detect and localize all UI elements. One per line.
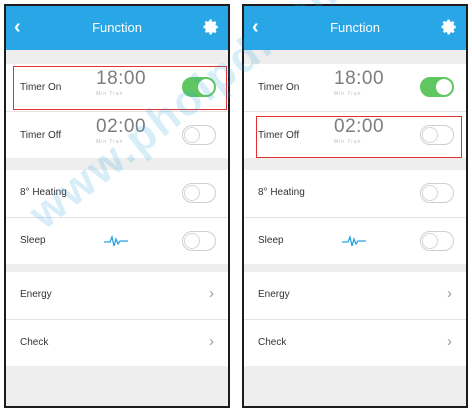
mode-card: 8° Heating Sleep (244, 170, 466, 264)
check-label: Check (258, 337, 287, 348)
toggle-knob (184, 185, 200, 201)
heating-label: 8° Heating (258, 187, 305, 198)
timer-off-label: Timer Off (20, 130, 62, 141)
toggle-knob (422, 233, 438, 249)
timer-on-toggle[interactable] (420, 77, 454, 97)
energy-label: Energy (258, 289, 290, 300)
toggle-knob (422, 185, 438, 201)
check-row[interactable]: Check › (244, 320, 466, 366)
heating-toggle[interactable] (182, 183, 216, 203)
check-label: Check (20, 337, 49, 348)
sleep-wave-icon[interactable] (104, 234, 128, 248)
toggle-knob (436, 79, 452, 95)
phone-screen-right: ‹ Function Timer On 18:00 Min Tran Timer… (242, 4, 468, 408)
chevron-right-icon: › (209, 285, 214, 302)
timer-on-row[interactable]: Timer On 18:00 Min Tran (244, 64, 466, 110)
highlight-box-timer-off (256, 116, 462, 158)
sleep-label: Sleep (258, 235, 284, 246)
heating-row[interactable]: 8° Heating (244, 170, 466, 216)
header-bar: ‹ Function (6, 6, 228, 50)
toggle-knob (184, 233, 200, 249)
timer-on-label: Timer On (258, 82, 300, 93)
settings-card: Energy › Check › (6, 272, 228, 366)
sleep-toggle[interactable] (182, 231, 216, 251)
sleep-toggle[interactable] (420, 231, 454, 251)
timer-on-time[interactable]: 18:00 (334, 68, 384, 90)
settings-card: Energy › Check › (244, 272, 466, 366)
energy-row[interactable]: Energy › (244, 272, 466, 318)
chevron-right-icon: › (447, 285, 452, 302)
gear-icon[interactable] (440, 18, 458, 36)
energy-row[interactable]: Energy › (6, 272, 228, 318)
sleep-wave-icon[interactable] (342, 234, 366, 248)
heating-toggle[interactable] (420, 183, 454, 203)
sleep-label: Sleep (20, 235, 46, 246)
sleep-row[interactable]: Sleep (244, 218, 466, 264)
timer-on-units: Min Tran (334, 91, 362, 97)
energy-label: Energy (20, 289, 52, 300)
chevron-right-icon: › (447, 333, 452, 350)
gear-icon[interactable] (202, 18, 220, 36)
page-title: Function (92, 20, 142, 35)
check-row[interactable]: Check › (6, 320, 228, 366)
chevron-right-icon: › (209, 333, 214, 350)
